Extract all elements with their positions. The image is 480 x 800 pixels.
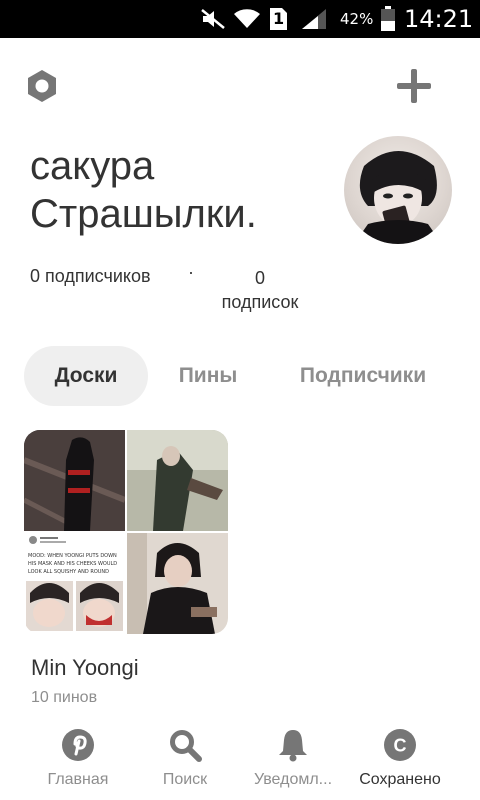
board-title[interactable]: Min Yoongi [31, 655, 139, 681]
board-image-2 [127, 430, 228, 531]
sim-label: 1 [273, 9, 285, 28]
profile-name-line2: Страшылки. [30, 192, 257, 236]
following-count[interactable]: 0 подписок [212, 266, 308, 314]
board-image-4 [127, 533, 228, 634]
nav-search[interactable]: Поиск [125, 720, 245, 800]
nav-home[interactable]: Главная [18, 720, 138, 800]
tweet-line-2: HIS MASK AND HIS CHEEKS WOULD [28, 561, 117, 567]
avatar[interactable] [344, 136, 452, 244]
tweet-line-1: MOOD: WHEN YOONGI PUTS DOWN [28, 553, 117, 559]
mute-icon [200, 0, 226, 38]
tweet-line-3: LOOK ALL SQUISHY AND ROUND [28, 569, 109, 575]
board-pin-count: 10 пинов [31, 689, 98, 706]
status-bar: 1 42% 14:21 [0, 0, 480, 38]
profile-name-line1: сакура [30, 144, 155, 188]
signal-icon [300, 0, 330, 38]
stats-separator: · [188, 262, 194, 282]
tab-pins[interactable]: Пины [162, 346, 254, 406]
profile-initial-icon: С [383, 728, 417, 762]
followers-count[interactable]: 0 подписчиков [30, 266, 151, 287]
pinterest-icon [61, 728, 95, 762]
profile-tabs: Доски Пины Подписчики [0, 346, 480, 408]
nav-search-label: Поиск [162, 771, 208, 788]
battery-percent: 42% [340, 10, 374, 28]
board-image-3: MOOD: WHEN YOONGI PUTS DOWN HIS MASK AND… [24, 533, 125, 634]
profile-name: сакура Страшылки. [30, 142, 330, 238]
nav-saved[interactable]: С Сохранено [340, 720, 460, 800]
clock: 14:21 [404, 5, 474, 33]
bell-icon [276, 728, 310, 762]
board-cover[interactable]: MOOD: WHEN YOONGI PUTS DOWN HIS MASK AND… [24, 430, 228, 634]
bottom-nav: Главная Поиск Уведомл... С Сохранено [0, 720, 480, 800]
nav-notifications[interactable]: Уведомл... [233, 720, 353, 800]
tab-boards[interactable]: Доски [24, 346, 148, 406]
board-image-1 [24, 430, 125, 531]
profile-stats: 0 подписчиков · 0 подписок [0, 262, 480, 314]
hexagon-settings-icon[interactable] [24, 68, 60, 104]
search-icon [168, 728, 202, 762]
nav-saved-label: Сохранено [359, 771, 441, 788]
following-number: 0 [254, 268, 265, 288]
battery-icon [380, 0, 396, 38]
wifi-icon [233, 0, 261, 38]
sim-icon: 1 [268, 0, 288, 38]
nav-notifications-label: Уведомл... [253, 771, 333, 788]
plus-icon[interactable] [394, 66, 434, 106]
nav-home-label: Главная [47, 771, 109, 788]
following-label: подписок [221, 292, 299, 312]
nav-saved-initial: С [394, 736, 407, 756]
tab-followers[interactable]: Подписчики [280, 346, 446, 406]
